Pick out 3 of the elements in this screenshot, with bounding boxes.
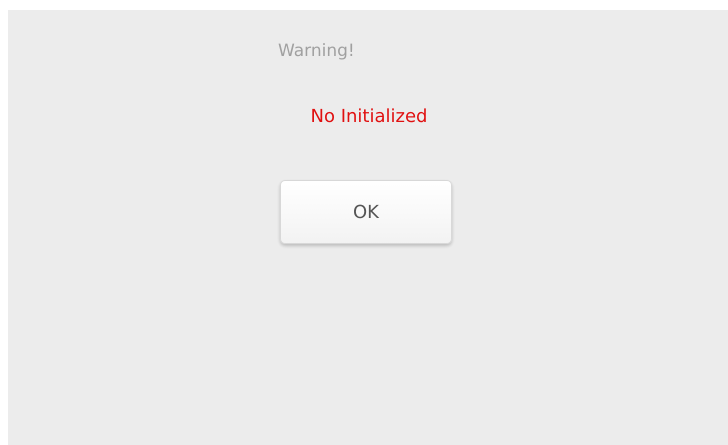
dialog-title: Warning!: [278, 41, 355, 61]
message-text: No Initialized: [310, 105, 428, 129]
ok-button[interactable]: OK: [280, 180, 452, 244]
